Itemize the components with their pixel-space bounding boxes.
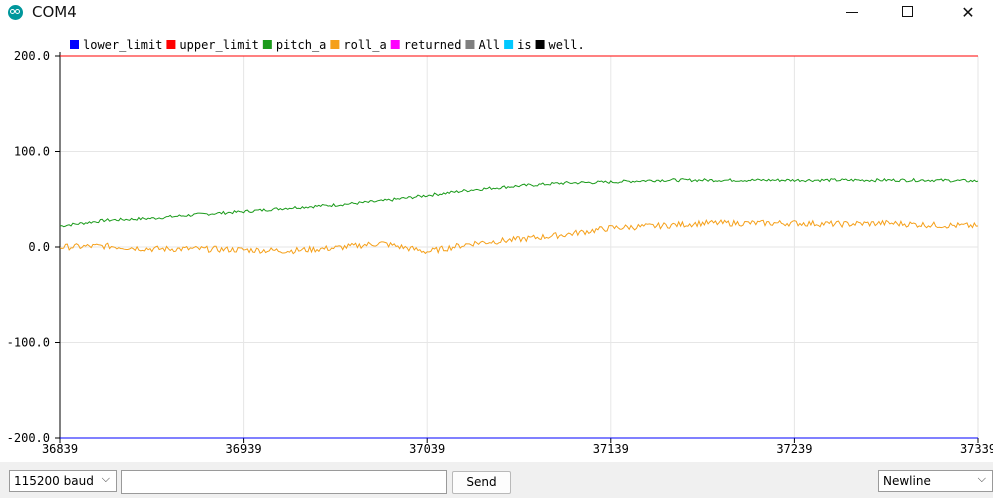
legend-swatch [330, 40, 340, 49]
serial-plot: 200.0100.00.0-100.0-200.036839 36939 37039… [7, 38, 993, 456]
serial-plotter-area: 200.0 100.0 0.0 -100.0 -200.0 36839 36939 37039… [0, 30, 993, 462]
send-button[interactable]: Send [452, 471, 511, 494]
legend-swatch [166, 40, 176, 49]
baud-rate-value: 115200 baud [14, 474, 94, 488]
title-bar: COM4 ✕ [0, 0, 993, 26]
y-tick-label: 100.0 [14, 145, 50, 159]
baud-rate-select[interactable]: 115200 baud ⌵ [9, 470, 117, 492]
legend-label: pitch_a [276, 38, 327, 52]
legend-label: well. [549, 38, 585, 52]
line-ending-value: Newline [883, 474, 931, 488]
close-button[interactable]: ✕ [945, 0, 991, 26]
legend-label: lower_limit [83, 38, 162, 52]
arduino-icon [8, 5, 23, 20]
series-line-roll_a [59, 218, 979, 255]
x-tick-label: 37039 [409, 442, 445, 456]
y-tick-label: 0.0 [28, 240, 50, 254]
minimize-button[interactable] [830, 0, 876, 26]
legend-swatch [504, 40, 514, 49]
x-tick-label: 36839 [42, 442, 78, 456]
legend-label: returned [404, 38, 462, 52]
x-tick-label: 36939 [226, 442, 262, 456]
window-title: COM4 [32, 3, 77, 21]
series-line-pitch_a [59, 177, 979, 228]
legend-swatch [535, 40, 545, 49]
minimize-icon [846, 12, 858, 13]
send-text-input[interactable] [121, 470, 447, 494]
legend-label: All [478, 38, 500, 52]
legend-swatch [465, 40, 475, 49]
y-tick-label: 200.0 [14, 49, 50, 63]
x-tick-label: 37339 [960, 442, 993, 456]
legend-swatch [390, 40, 400, 49]
line-ending-select[interactable]: Newline ⌵ [878, 470, 993, 492]
x-tick-label: 37139 [593, 442, 629, 456]
legend-label: roll_a [343, 38, 386, 52]
legend-swatch [70, 40, 79, 49]
maximize-icon [902, 6, 913, 17]
chevron-down-icon: ⌵ [101, 472, 110, 485]
x-tick-label: 37239 [776, 442, 812, 456]
bottom-toolbar: 115200 baud ⌵ Send Newline ⌵ [0, 462, 993, 498]
chevron-down-icon: ⌵ [977, 472, 986, 485]
legend-label: is [517, 38, 531, 52]
legend-label: upper_limit [179, 38, 258, 52]
maximize-button[interactable] [885, 0, 931, 26]
close-icon: ✕ [961, 3, 975, 22]
y-tick-label: -100.0 [7, 336, 50, 350]
legend-swatch [262, 40, 272, 49]
